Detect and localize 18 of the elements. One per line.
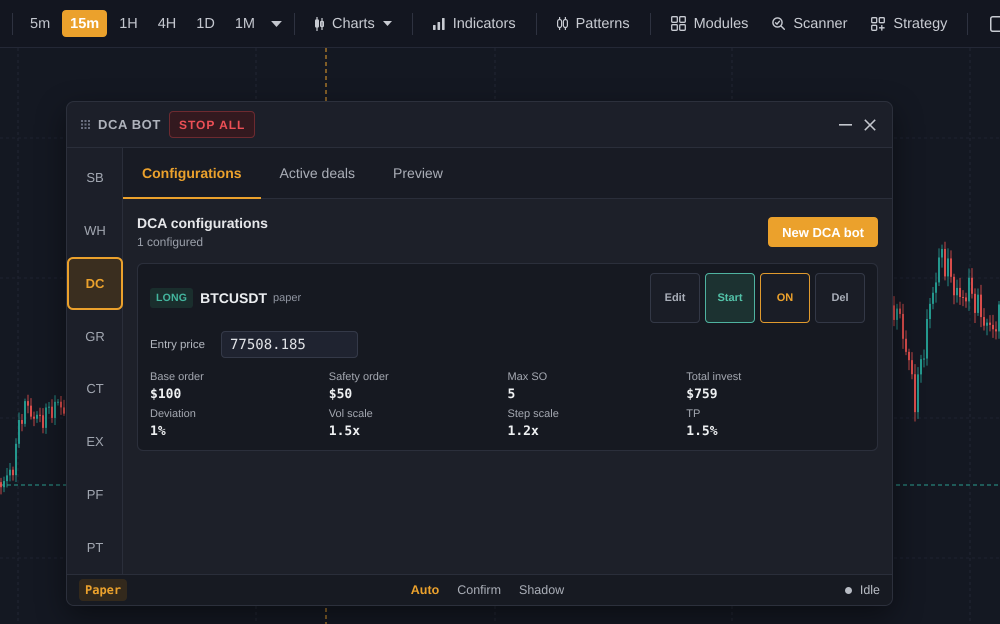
- toolbar-menu-button[interactable]: Strategy: [859, 8, 960, 38]
- toolbar-menu-button[interactable]: Patterns: [544, 8, 642, 38]
- caret-down-icon: [270, 20, 282, 26]
- grid-icon: [670, 16, 686, 31]
- timeframe-button[interactable]: 5m: [22, 10, 58, 37]
- toolbar-menu-button[interactable]: Modules: [658, 8, 760, 38]
- timeframe-button[interactable]: 4H: [150, 10, 184, 37]
- grid-plus-icon: [871, 16, 886, 30]
- timeframe-button[interactable]: 1D: [188, 10, 223, 37]
- timeframe-button[interactable]: 1H: [111, 10, 146, 37]
- toolbar-menu-button[interactable]: Indicators: [420, 8, 528, 38]
- search-icon: [772, 17, 786, 30]
- candle-pair-icon: [556, 17, 568, 30]
- timeframe-button[interactable]: 1M: [226, 10, 263, 37]
- toolbar-menu-button[interactable]: Charts: [302, 8, 404, 38]
- toolbar-menu-button[interactable]: Scanner: [760, 8, 860, 38]
- candles-icon: [314, 16, 324, 30]
- bar-chart-icon: [432, 18, 445, 30]
